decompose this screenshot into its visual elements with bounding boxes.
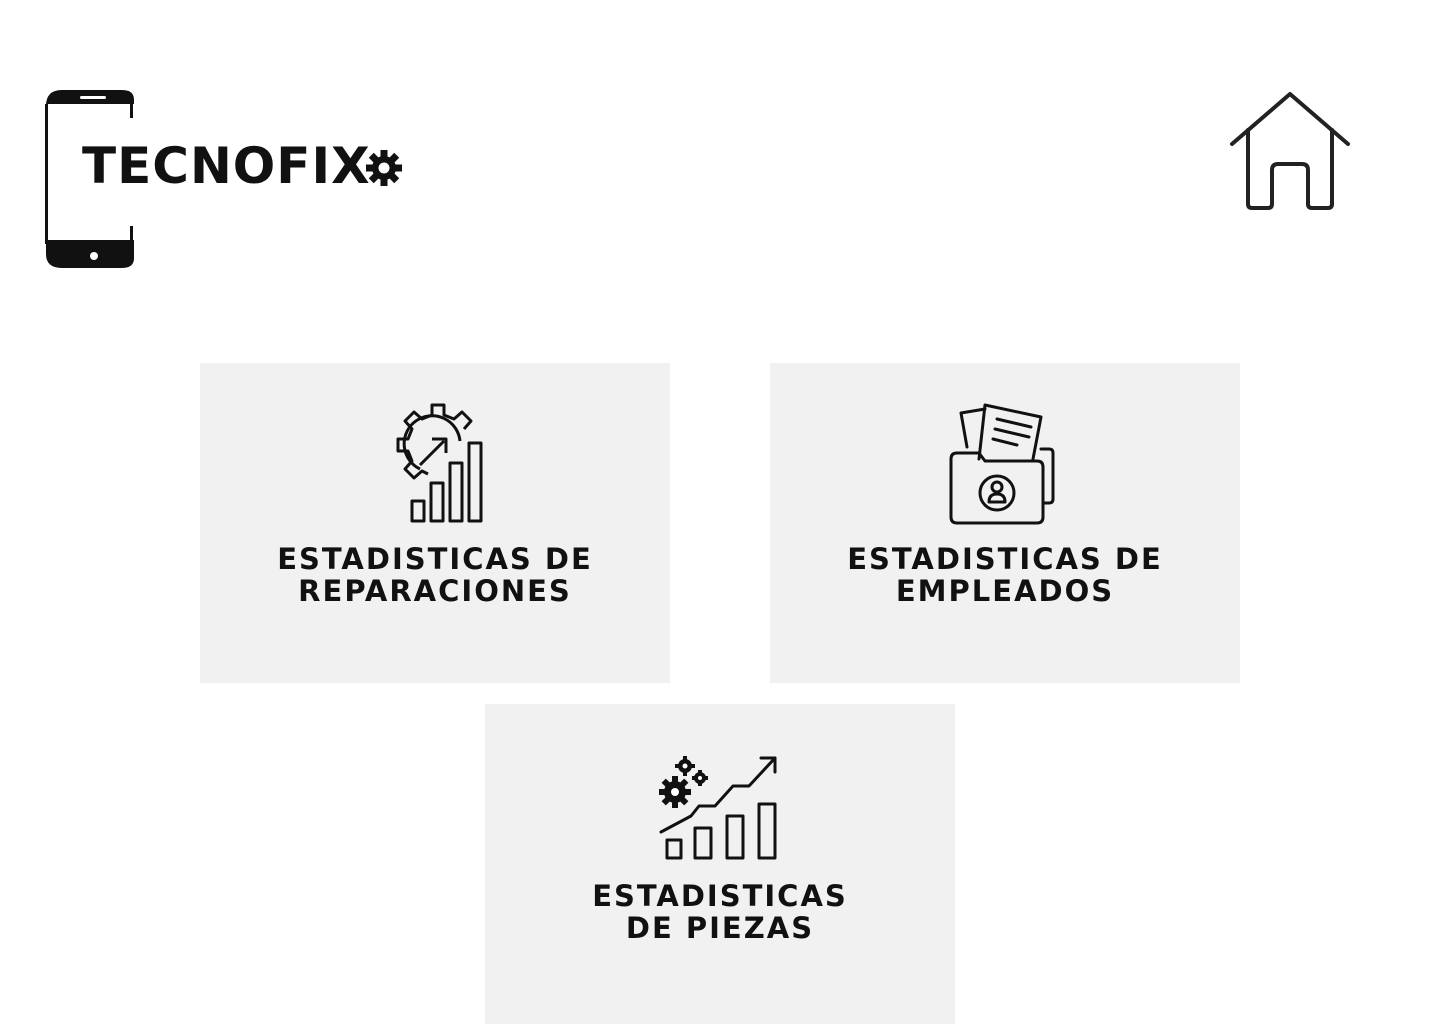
card-parts-label: ESTADISTICAS DE PIEZAS [485, 880, 955, 944]
card-repair-label-line1: ESTADISTICAS DE [277, 542, 593, 576]
card-employee-label-line1: ESTADISTICAS DE [847, 542, 1163, 576]
card-employee-label-line2: EMPLEADOS [895, 574, 1115, 608]
gears-growth-chart-icon [659, 756, 777, 860]
logo-text: TECNOFIX [82, 137, 371, 195]
card-repair-stats[interactable]: ESTADISTICAS DE REPARACIONES [200, 363, 670, 683]
card-employee-label: ESTADISTICAS DE EMPLEADOS [770, 543, 1240, 607]
card-parts-stats[interactable]: ESTADISTICAS DE PIEZAS [485, 704, 955, 1024]
gear-chart-icon [396, 403, 483, 523]
employee-folder-icon [949, 403, 1055, 525]
card-repair-label: ESTADISTICAS DE REPARACIONES [200, 543, 670, 607]
card-parts-label-line1: ESTADISTICAS [592, 879, 848, 913]
card-repair-label-line2: REPARACIONES [298, 574, 572, 608]
home-button[interactable] [1224, 88, 1356, 212]
gear-icon [366, 150, 402, 186]
stats-menu-page: TECNOFIX ESTADISTICAS DE REPARACIONES ES… [0, 0, 1440, 1024]
tecnofix-logo: TECNOFIX [40, 86, 420, 272]
card-employee-stats[interactable]: ESTADISTICAS DE EMPLEADOS [770, 363, 1240, 683]
card-parts-label-line2: DE PIEZAS [625, 911, 815, 945]
home-icon [1230, 92, 1350, 210]
